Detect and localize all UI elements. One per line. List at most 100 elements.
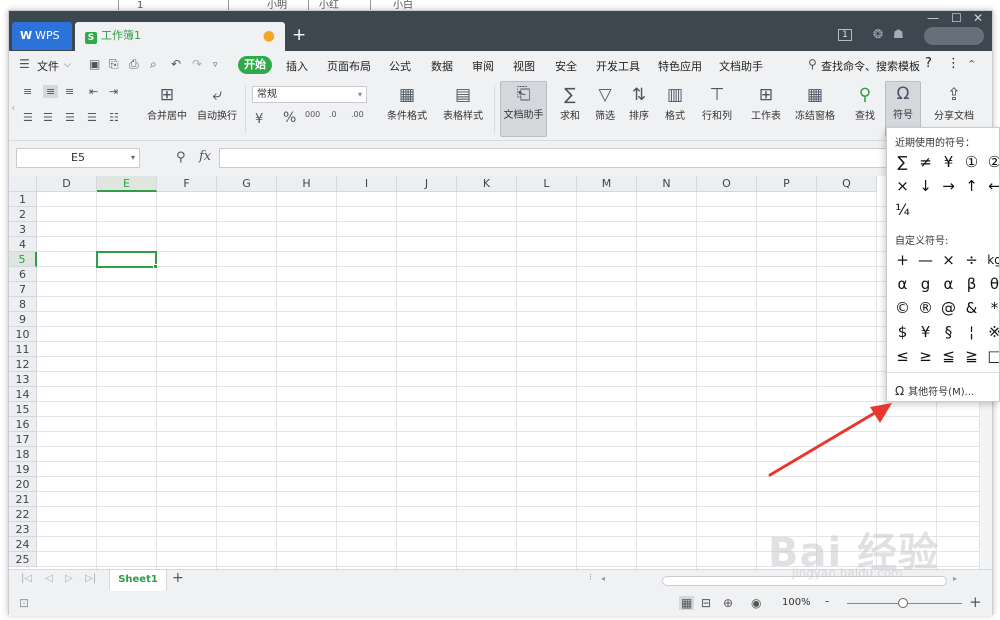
thousands-button[interactable]: 000 — [305, 110, 320, 119]
customize-icon[interactable]: ▿ — [213, 60, 218, 70]
document-tab[interactable]: S 工作簿1 ● — [75, 22, 285, 51]
recent-symbol[interactable]: ← — [983, 174, 999, 198]
export-icon[interactable]: ⎘ — [109, 57, 119, 72]
custom-symbol[interactable]: × — [937, 248, 960, 272]
row-header[interactable]: 18 — [9, 447, 37, 462]
column-header[interactable]: P — [757, 176, 817, 192]
menu-start[interactable]: 开始 — [238, 56, 272, 74]
conditional-format-button[interactable]: ▦ 条件格式 — [381, 83, 433, 122]
filter-button[interactable]: ▽ 筛选 — [589, 83, 621, 122]
menu-security[interactable]: 安全 — [555, 58, 577, 74]
page-break-view-icon[interactable]: ⊟ — [701, 596, 711, 610]
scroll-left-icon[interactable]: ◂ — [601, 574, 605, 583]
macro-icon[interactable]: ⊡ — [19, 596, 29, 610]
custom-symbol[interactable]: β — [960, 272, 983, 296]
custom-symbol[interactable]: & — [960, 296, 983, 320]
custom-symbol[interactable]: — — [914, 248, 937, 272]
custom-symbol[interactable]: ® — [914, 296, 937, 320]
currency-icon[interactable]: ¥ — [255, 112, 263, 127]
recent-symbol[interactable]: ∑ — [891, 150, 914, 174]
formula-input[interactable] — [219, 148, 989, 168]
column-header[interactable]: G — [217, 176, 277, 192]
recent-symbol[interactable]: → — [937, 174, 960, 198]
menu-formula[interactable]: 公式 — [389, 58, 411, 74]
menu-view[interactable]: 视图 — [513, 58, 535, 74]
row-header[interactable]: 2 — [9, 207, 37, 222]
row-header[interactable]: 1 — [9, 192, 37, 207]
custom-symbol[interactable]: ≦ — [937, 344, 960, 368]
row-header[interactable]: 3 — [9, 222, 37, 237]
column-header[interactable]: K — [457, 176, 517, 192]
help-button[interactable]: ? — [925, 56, 932, 71]
find-button[interactable]: ⚲ 查找 — [849, 83, 881, 122]
column-header[interactable]: L — [517, 176, 577, 192]
sort-button[interactable]: ⇅ 排序 — [623, 83, 655, 122]
row-header[interactable]: 15 — [9, 402, 37, 417]
fill-handle[interactable] — [153, 264, 158, 269]
row-header[interactable]: 21 — [9, 492, 37, 507]
first-sheet-icon[interactable]: |◁ — [21, 573, 32, 584]
align-bottom-icon[interactable]: ≡ — [65, 85, 74, 98]
custom-symbol[interactable]: ≥ — [914, 344, 937, 368]
custom-symbol[interactable]: ※ — [983, 320, 999, 344]
close-button[interactable]: ✕ — [973, 11, 983, 25]
custom-symbol[interactable]: ¥ — [914, 320, 937, 344]
last-sheet-icon[interactable]: ▷| — [85, 573, 96, 584]
menu-features[interactable]: 特色应用 — [658, 58, 702, 74]
justify-icon[interactable]: ☰ — [87, 111, 97, 124]
sheet-tab[interactable]: Sheet1 — [109, 570, 167, 591]
doc-helper-button[interactable]: ⎗ 文档助手 — [500, 81, 547, 137]
align-left-icon[interactable]: ☰ — [23, 111, 33, 124]
table-style-button[interactable]: ▤ 表格样式 — [437, 83, 489, 122]
decrease-decimal-icon[interactable]: .00 — [351, 110, 364, 119]
row-header[interactable]: 22 — [9, 507, 37, 522]
percent-button[interactable]: % — [283, 110, 296, 126]
menu-developer[interactable]: 开发工具 — [596, 58, 640, 74]
row-header[interactable]: 17 — [9, 432, 37, 447]
align-top-icon[interactable]: ≡ — [23, 85, 32, 98]
chevron-down-icon[interactable]: ⌵ — [64, 60, 71, 70]
row-header[interactable]: 10 — [9, 327, 37, 342]
shirt-icon[interactable]: ☗ — [893, 27, 904, 41]
window-count-badge[interactable]: 1 — [838, 29, 852, 41]
row-header[interactable]: 6 — [9, 267, 37, 282]
auto-wrap-button[interactable]: ⤶ 自动换行 — [195, 83, 239, 122]
row-header[interactable]: 12 — [9, 357, 37, 372]
skin-icon[interactable]: ❂ — [873, 27, 883, 41]
column-header[interactable]: F — [157, 176, 217, 192]
row-header[interactable]: 16 — [9, 417, 37, 432]
custom-symbol[interactable]: α — [937, 272, 960, 296]
recent-symbol[interactable]: ¼ — [891, 198, 914, 222]
distributed-icon[interactable]: ☷ — [109, 111, 119, 124]
custom-symbol[interactable]: α — [891, 272, 914, 296]
next-sheet-icon[interactable]: ▷ — [65, 573, 73, 584]
add-sheet-button[interactable]: + — [172, 570, 184, 586]
column-header[interactable]: H — [277, 176, 337, 192]
maximize-button[interactable]: ☐ — [951, 11, 962, 25]
column-header[interactable]: E — [97, 176, 157, 192]
recent-symbol[interactable]: ② — [983, 150, 999, 174]
column-header[interactable]: M — [577, 176, 637, 192]
merge-center-button[interactable]: ⊞ 合并居中 — [139, 83, 195, 122]
recent-symbol[interactable]: ① — [960, 150, 983, 174]
indent-decrease-icon[interactable]: ⇤ — [89, 85, 98, 98]
menu-file[interactable]: 文件 — [37, 58, 59, 74]
column-header[interactable]: J — [397, 176, 457, 192]
prev-sheet-icon[interactable]: ◁ — [45, 573, 53, 584]
sum-button[interactable]: ∑ 求和 — [555, 83, 585, 122]
recent-symbol[interactable]: ↓ — [914, 174, 937, 198]
row-header[interactable]: 13 — [9, 372, 37, 387]
menu-insert[interactable]: 插入 — [286, 58, 308, 74]
custom-symbol[interactable]: ≤ — [891, 344, 914, 368]
custom-symbol[interactable]: § — [937, 320, 960, 344]
worksheet-button[interactable]: ⊞ 工作表 — [745, 83, 787, 122]
user-avatar[interactable] — [924, 27, 984, 45]
number-format-select[interactable]: 常规 ▾ — [252, 86, 367, 103]
format-button[interactable]: ▥ 格式 — [659, 83, 691, 122]
active-cell[interactable] — [96, 251, 157, 268]
more-symbols-button[interactable]: Ω 其他符号(M)... — [895, 383, 974, 398]
ribbon-scroll-left-icon[interactable]: ‹ — [11, 101, 15, 114]
column-header[interactable]: N — [637, 176, 697, 192]
reading-layout-icon[interactable]: ⊕ — [723, 596, 733, 610]
print-icon[interactable]: ⎙ — [129, 57, 139, 72]
